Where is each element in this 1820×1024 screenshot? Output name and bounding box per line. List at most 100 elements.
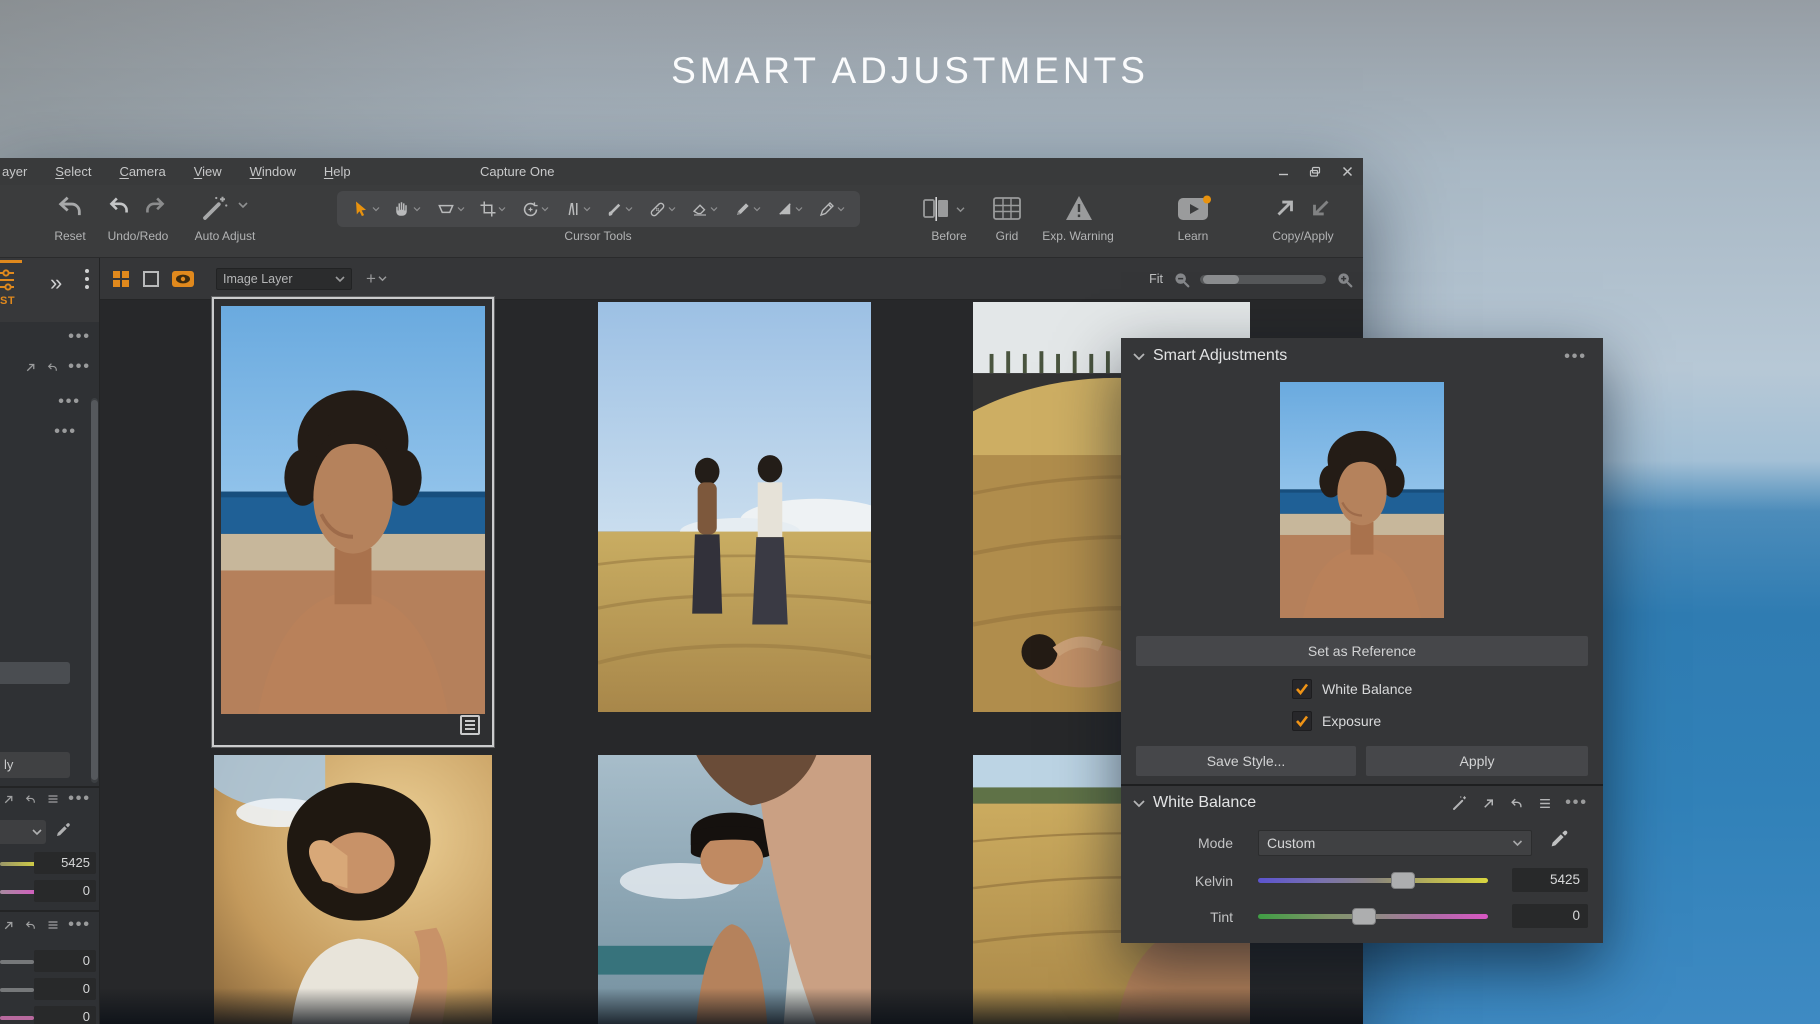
thumbnail-curly-warm[interactable] — [214, 755, 492, 1024]
eraser-tool-button[interactable] — [684, 200, 724, 218]
auto-adjust-menu-chevron[interactable] — [238, 201, 248, 209]
dock-slider-clipped[interactable] — [0, 960, 34, 964]
reset-tool-icon[interactable] — [45, 361, 60, 374]
learn-button[interactable] — [1176, 195, 1212, 223]
rotate-tool-button[interactable] — [515, 200, 555, 219]
menu-item-camera[interactable]: Camera — [105, 164, 179, 179]
tool-menu-icon[interactable]: ••• — [68, 358, 91, 376]
grid-view-icon[interactable] — [112, 270, 130, 288]
keystone-tool-button[interactable] — [557, 200, 597, 218]
set-as-reference-button[interactable]: Set as Reference — [1136, 636, 1588, 666]
menu-item-ayer[interactable]: ayer — [0, 164, 41, 179]
presets-menu-icon[interactable] — [46, 793, 60, 805]
dock-mode-dropdown-clipped[interactable] — [0, 820, 46, 844]
thumbnail-blue-closeup[interactable] — [598, 755, 871, 1024]
crop-tool-button[interactable] — [472, 200, 512, 218]
thumbnail-field-couple[interactable] — [598, 302, 871, 712]
gradient-mask-tool-button[interactable] — [769, 200, 809, 218]
undo-button[interactable] — [106, 193, 132, 219]
copy-adjustments-button[interactable] — [1272, 195, 1298, 221]
restore-button[interactable] — [1307, 164, 1323, 180]
tab-adjust[interactable]: JUST — [0, 260, 22, 318]
loupe-tool-button[interactable] — [430, 199, 470, 219]
exposure-checkbox-row[interactable]: Exposure — [1292, 710, 1381, 732]
pan-tool-button[interactable] — [387, 200, 427, 218]
menu-item-help[interactable]: Help — [310, 164, 365, 179]
draw-tool-button[interactable] — [812, 200, 852, 218]
tint-value-box[interactable]: 0 — [1512, 904, 1588, 928]
dock-contrast-value[interactable]: 0 — [34, 978, 96, 1000]
menu-item-window[interactable]: Window — [236, 164, 310, 179]
before-button[interactable] — [922, 197, 965, 221]
add-layer-button[interactable]: + — [366, 269, 387, 289]
dock-section-menu-3[interactable]: ••• — [0, 423, 99, 441]
dock-kelvin-value[interactable]: 5425 — [34, 852, 96, 874]
auto-adjust-icon[interactable] — [1451, 794, 1469, 812]
tint-slider[interactable] — [1258, 914, 1488, 919]
exp-warning-button[interactable] — [1064, 194, 1094, 222]
thumbnail-selected-frame[interactable] — [212, 297, 494, 747]
dock-section-menu[interactable]: ••• — [0, 328, 99, 346]
auto-adjust-button[interactable] — [200, 193, 230, 223]
select-tool-button[interactable] — [345, 199, 385, 219]
kelvin-slider[interactable] — [1258, 878, 1488, 883]
reset-tool-icon[interactable] — [23, 919, 38, 932]
heal-tool-button[interactable] — [642, 200, 682, 219]
presets-menu-icon[interactable] — [1537, 797, 1553, 810]
dock-kebab-icon[interactable] — [84, 268, 90, 290]
exposure-checkbox[interactable] — [1292, 711, 1312, 731]
copy-settings-icon[interactable] — [1481, 796, 1496, 811]
white-balance-checkbox[interactable] — [1292, 679, 1312, 699]
dock-tint-value[interactable]: 0 — [34, 880, 96, 902]
menu-item-view[interactable]: View — [180, 164, 236, 179]
kelvin-slider-thumb[interactable] — [1391, 872, 1415, 889]
presets-menu-icon[interactable] — [46, 919, 60, 931]
kelvin-value-box[interactable]: 5425 — [1512, 868, 1588, 892]
close-button[interactable] — [1339, 164, 1355, 180]
white-balance-picker-icon[interactable] — [1548, 828, 1570, 850]
smart-adjustments-header[interactable]: Smart Adjustments — [1121, 338, 1603, 374]
collapse-panel-icon[interactable]: » — [50, 270, 56, 296]
copy-settings-icon[interactable] — [2, 793, 15, 806]
copy-settings-icon[interactable] — [24, 361, 37, 374]
tool-menu-icon[interactable]: ••• — [1565, 794, 1588, 812]
tint-slider-thumb[interactable] — [1352, 908, 1376, 925]
dock-apply-button-clipped[interactable]: ly — [0, 752, 70, 778]
dock-brightness-value[interactable]: 0 — [34, 1006, 96, 1024]
copy-settings-icon[interactable] — [2, 919, 15, 932]
layer-select-dropdown[interactable]: Image Layer — [216, 268, 352, 290]
zoom-slider-thumb[interactable] — [1203, 275, 1239, 284]
dock-section-menu-2[interactable]: ••• — [0, 393, 99, 411]
zoom-slider[interactable] — [1200, 275, 1326, 284]
dock-reference-button-clipped[interactable] — [0, 662, 70, 684]
tool-menu-icon[interactable]: ••• — [68, 916, 91, 934]
thumbnail-portrait-sea[interactable] — [221, 306, 485, 714]
dock-slider-clipped[interactable] — [0, 988, 34, 992]
zoom-in-icon[interactable] — [1336, 271, 1353, 288]
reset-tool-icon[interactable] — [1508, 796, 1525, 811]
save-style-button[interactable]: Save Style... — [1136, 746, 1356, 776]
apply-adjustments-button[interactable] — [1308, 195, 1334, 221]
mode-dropdown[interactable]: Custom — [1258, 830, 1532, 856]
brush-tool-button[interactable] — [600, 200, 640, 218]
white-balance-checkbox-row[interactable]: White Balance — [1292, 678, 1412, 700]
grid-button[interactable] — [992, 196, 1022, 221]
exp-warning-label: Exp. Warning — [1042, 229, 1114, 243]
reset-tool-icon[interactable] — [23, 793, 38, 806]
dock-wb-picker-icon[interactable] — [54, 821, 72, 839]
adjustments-badge-icon[interactable] — [460, 715, 480, 735]
tool-menu-icon[interactable]: ••• — [68, 790, 91, 808]
proof-view-icon[interactable] — [172, 271, 194, 287]
minimize-button[interactable] — [1275, 164, 1291, 180]
menu-item-select[interactable]: Select — [41, 164, 105, 179]
zoom-out-icon[interactable] — [1173, 271, 1190, 288]
dock-slider-clipped[interactable] — [0, 1016, 34, 1020]
redo-button[interactable] — [142, 193, 168, 219]
single-view-icon[interactable] — [142, 270, 160, 288]
apply-button[interactable]: Apply — [1366, 746, 1588, 776]
panel-menu-icon[interactable]: ••• — [1564, 348, 1587, 366]
reset-button[interactable] — [56, 193, 84, 221]
dock-scrollbar[interactable] — [91, 398, 98, 783]
dock-exposure-value[interactable]: 0 — [34, 950, 96, 972]
spot-tool-button[interactable] — [727, 200, 767, 218]
